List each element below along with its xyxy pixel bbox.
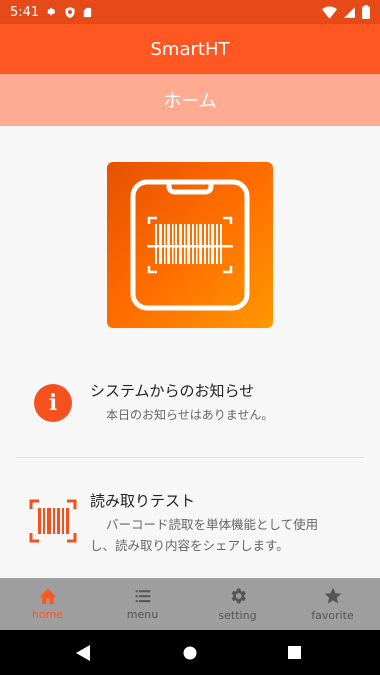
menu-icon (135, 590, 150, 603)
status-time: 5:41 (10, 4, 40, 20)
sd-card-icon (84, 7, 92, 17)
nav-menu-label: menu (126, 608, 159, 621)
star-icon (324, 587, 341, 604)
system-navigation-bar (0, 630, 380, 675)
recents-icon[interactable] (288, 646, 301, 659)
read-test-title[interactable]: 読み取りテスト (90, 490, 195, 511)
sub-header: ホーム (0, 74, 380, 126)
nav-setting[interactable]: setting (190, 578, 285, 630)
nav-home-label: home (31, 608, 64, 621)
barcode-scanner-logo (107, 162, 273, 328)
home-icon (39, 588, 56, 605)
shield-notification-icon (65, 6, 75, 18)
back-icon[interactable] (76, 645, 90, 661)
nav-favorite[interactable]: favorite (285, 578, 380, 630)
page-title: ホーム (163, 91, 217, 112)
signal-icon (344, 6, 355, 18)
list-divider (16, 457, 364, 458)
read-test-line-1: バーコード読取を単体機能として使用 (106, 517, 319, 532)
read-test-description: バーコード読取を単体機能として使用 し、読み取り内容をシェアします。 (90, 514, 346, 556)
nav-home[interactable]: home (0, 578, 95, 630)
gear-icon (231, 588, 246, 604)
notice-title[interactable]: システムからのお知らせ (90, 380, 254, 401)
scanner-device-icon (130, 179, 250, 311)
notice-subtitle: 本日のお知らせはありません。 (106, 408, 274, 422)
wifi-icon (322, 6, 337, 19)
app-title: SmartHT (150, 38, 230, 60)
read-test-line-2: し、読み取り内容をシェアします。 (90, 538, 289, 553)
bottom-navigation: home menu setting favorite (0, 578, 380, 630)
nav-favorite-label: favorite (311, 609, 354, 622)
nav-menu[interactable]: menu (95, 578, 190, 630)
home-circle-icon[interactable] (183, 646, 197, 660)
settings-notification-icon (47, 7, 56, 15)
info-icon: i (34, 384, 72, 422)
status-bar: 5:41 (0, 0, 380, 24)
home-content: i システムからのお知らせ 本日のお知らせはありません。 読み取りテスト バーコ… (0, 126, 380, 578)
barcode-scan-icon (29, 499, 77, 543)
nav-setting-label: setting (218, 609, 257, 622)
battery-icon (362, 5, 370, 19)
app-bar: SmartHT (0, 24, 380, 74)
